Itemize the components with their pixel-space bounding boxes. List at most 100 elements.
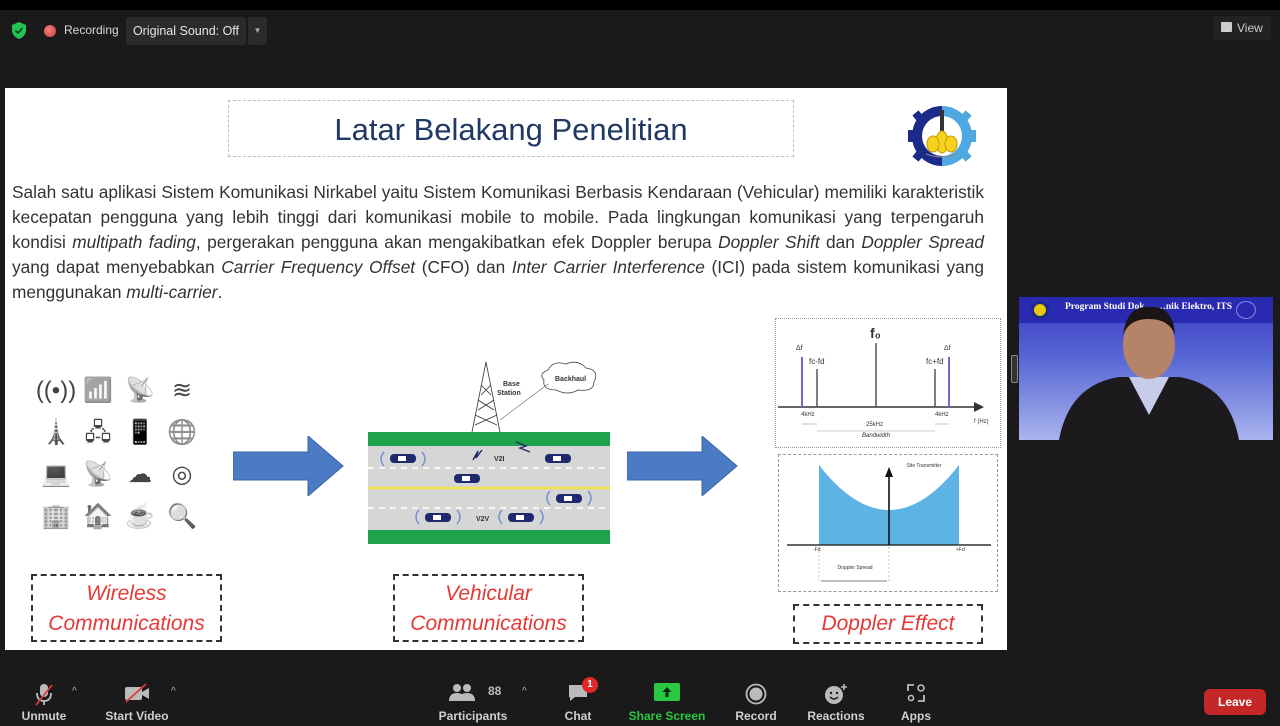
frequency-axis-label: f (Hz) [974, 419, 989, 425]
italic-term: multi-carrier [126, 282, 218, 302]
wireless-device-icon: 🖧 [84, 419, 112, 446]
apps-button[interactable]: Apps [896, 670, 936, 726]
meeting-controls-toolbar: Unmute ^ Start Video ^ 88 Participants ^… [0, 670, 1280, 726]
chat-button[interactable]: 1 Chat [558, 670, 598, 726]
wireless-device-icon: 🔍 [167, 503, 197, 530]
audio-options-caret[interactable]: ^ [72, 686, 77, 697]
delta-f-left-label: Δf [796, 345, 803, 352]
record-button[interactable]: Record [734, 670, 778, 726]
wireless-device-icon: 📱 [125, 419, 155, 446]
caption-line: Communications [410, 612, 567, 635]
wireless-device-icon: 🏢 [41, 503, 71, 530]
wireless-device-icon: ((•)) [35, 377, 77, 404]
italic-term: Inter Carrier Interference [511, 257, 705, 277]
reactions-label: Reactions [807, 709, 865, 723]
participant-count: 88 [488, 684, 502, 698]
vehicular-road-diagram: Base Station Backhaul V2I V2V [368, 361, 610, 544]
base-station-label-2: Station [497, 390, 521, 397]
recording-label: Recording [64, 23, 119, 37]
apps-label: Apps [901, 709, 931, 723]
shield-check-icon[interactable] [11, 22, 27, 39]
participant-person-image [1059, 306, 1239, 440]
italic-term: Doppler Shift [718, 232, 820, 252]
wireless-device-icon: 📶 [83, 377, 113, 404]
caption-line: Vehicular [445, 582, 532, 605]
wireless-device-icon: 💻 [41, 461, 71, 488]
wireless-device-icon: 🏠 [83, 503, 113, 530]
slide-title-box: Latar Belakang Penelitian [228, 100, 794, 157]
its-logo-icon [1031, 301, 1049, 319]
right-gap-label: 4kHz [935, 412, 949, 418]
caption-line: Doppler Effect [821, 612, 955, 635]
f0-label: f₀ [870, 325, 881, 341]
view-button[interactable]: View [1213, 16, 1271, 40]
site-transmitter-label: Site Transmitter [906, 463, 942, 469]
italic-term: Doppler Spread [861, 232, 985, 252]
base-station-label: Base [503, 381, 520, 388]
minus-fd-label: -Fd [813, 547, 821, 553]
wireless-communications-caption: Wireless Communications [31, 574, 222, 642]
wireless-device-icon: ◎ [171, 461, 193, 488]
share-screen-label: Share Screen [628, 709, 706, 723]
wireless-device-icon: 📡 [125, 377, 155, 404]
leave-meeting-button[interactable]: Leave [1204, 689, 1266, 715]
original-sound-menu-caret[interactable]: ▼ [248, 17, 267, 45]
video-options-caret[interactable]: ^ [171, 686, 176, 697]
paragraph-text: yang dapat menyebabkan [12, 257, 222, 277]
slide-paragraph: Salah satu aplikasi Sistem Komunikasi Ni… [12, 180, 984, 305]
bandwidth-value-label: 25kHz [866, 422, 884, 428]
self-view-drag-handle[interactable] [1011, 355, 1018, 383]
participant-video-tile[interactable]: Program Studi Dok… …nik Elektro, ITS [1019, 297, 1273, 440]
caption-line: Wireless [86, 582, 167, 605]
wireless-icons-grid: ((•)) 📶 📡 ≋ 🗼 🖧 📱 🌐 💻 📡 ☁ ◎ 🏢 🏠 ☕ 🔍 [35, 370, 205, 540]
paragraph-text: . [217, 282, 223, 302]
record-label: Record [735, 709, 777, 723]
grid-view-icon [1221, 22, 1232, 32]
start-video-button[interactable]: Start Video [102, 670, 172, 726]
share-screen-button[interactable]: Share Screen [628, 670, 706, 726]
unmute-button[interactable]: Unmute [14, 670, 74, 726]
arrow-right-icon [627, 436, 738, 496]
unmute-label: Unmute [21, 709, 67, 723]
video-camera-off-icon [125, 683, 149, 703]
delta-f-right-label: Δf [944, 345, 951, 352]
backhaul-label: Backhaul [555, 376, 586, 383]
wireless-device-icon: 🗼 [41, 419, 71, 446]
share-screen-icon [654, 683, 680, 701]
fc-plus-fd-label: fc+fd [926, 357, 944, 366]
participants-icon [448, 684, 475, 701]
apps-icon [907, 684, 925, 702]
doppler-effect-caption: Doppler Effect [793, 604, 983, 644]
wireless-device-icon: ☁ [128, 461, 152, 488]
caption-line: Communications [48, 612, 205, 635]
doppler-spread-label: Doppler Spread [837, 565, 873, 571]
reactions-button[interactable]: Reactions [806, 670, 866, 726]
doppler-shift-spectrum-diagram: f₀ Δf Δf fc-fd fc+fd 4kHz 4kHz 25kHz Ban… [775, 318, 1001, 448]
vehicular-communications-caption: Vehicular Communications [393, 574, 584, 642]
chat-unread-badge: 1 [582, 677, 598, 693]
microphone-muted-icon [35, 684, 53, 706]
fc-minus-fd-label: fc-fd [809, 357, 825, 366]
smiley-reaction-icon [825, 684, 847, 704]
wireless-device-icon: 📡 [83, 461, 113, 488]
arrow-right-icon [233, 436, 344, 496]
v2i-label: V2I [494, 456, 505, 463]
paragraph-text: (CFO) dan [415, 257, 512, 277]
base-station-tower-icon [471, 361, 501, 433]
wireless-device-icon: ≋ [171, 377, 193, 404]
its-logo-icon [908, 106, 976, 166]
paragraph-text: dan [819, 232, 862, 252]
doppler-spread-spectrum-diagram: Site Transmitter -Fd +Fd Doppler Spread [778, 454, 998, 592]
record-icon [745, 683, 767, 705]
original-sound-button[interactable]: Original Sound: Off [126, 17, 246, 45]
left-gap-label: 4kHz [801, 412, 815, 418]
v2v-label: V2V [476, 516, 490, 523]
participants-button[interactable]: 88 Participants [438, 670, 508, 726]
participants-options-caret[interactable]: ^ [522, 686, 527, 697]
paragraph-text: , pergerakan pengguna akan mengakibatkan… [195, 232, 719, 252]
participants-label: Participants [438, 709, 508, 723]
window-top-edge [0, 0, 1280, 10]
wireless-device-icon: 🌐 [167, 419, 197, 446]
wireless-device-icon: ☕ [125, 503, 155, 530]
italic-term: multipath fading [72, 232, 196, 252]
